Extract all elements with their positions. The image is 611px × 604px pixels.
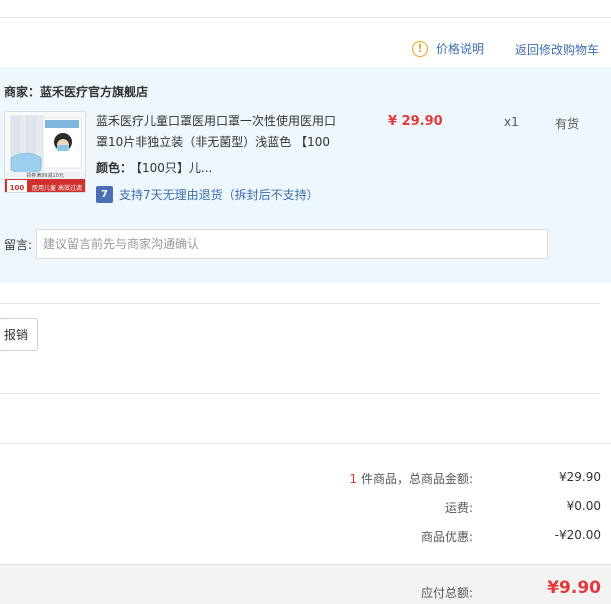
merchant-name: 商家：蓝禾医疗官方旗舰店 (4, 85, 149, 99)
svg-text:100: 100 (10, 184, 25, 192)
payable-value: ¥9.90 (547, 578, 601, 598)
price-note-link[interactable]: 价格说明 (436, 40, 484, 57)
product-title[interactable]: 蓝禾医疗儿童口罩医用口罩一次性使用医用口罩10片非独立装（非无菌型）浅蓝色 【1… (96, 111, 346, 153)
item-count: 1 (349, 472, 358, 486)
divider-1 (0, 303, 600, 304)
total-bar: 应付总额: ¥9.90 (0, 564, 611, 604)
order-panel: 商家：蓝禾医疗官方旗舰店 100 医用儿童 高效过滤 领券满99减10元 蓝禾医… (0, 67, 611, 283)
payable-label: 应付总额: (420, 586, 473, 600)
message-label: 留言: (4, 238, 33, 252)
product-thumbnail[interactable]: 100 医用儿童 高效过滤 领券满99减10元 (4, 111, 86, 193)
price-note[interactable]: ! 价格说明 (412, 40, 484, 57)
product-price: ¥ 29.90 (388, 114, 443, 129)
svg-text:领券满99减10元: 领券满99减10元 (26, 172, 64, 179)
divider-2 (0, 393, 600, 394)
return-policy-text[interactable]: 支持7天无理由退货（拆封后不支持） (119, 186, 319, 203)
product-quantity: x1 (504, 115, 519, 129)
report-button-label: 报销 (3, 328, 28, 342)
discount-value: -¥20.00 (554, 528, 601, 542)
goods-total-label: 1 件商品，总商品金额: (350, 470, 474, 487)
shipping-label: 运费: (444, 501, 473, 515)
product-image: 100 医用儿童 高效过滤 领券满99减10元 (5, 112, 85, 192)
discount-label: 商品优惠: (420, 530, 473, 544)
back-to-cart-link[interactable]: 返回修改购物车 (515, 41, 599, 58)
return-policy[interactable]: 7 支持7天无理由退货（拆封后不支持） (96, 186, 319, 203)
return-7day-icon: 7 (96, 186, 113, 203)
color-value: 【100只】儿... (136, 161, 213, 175)
item-count-suffix: 件商品，总商品金额: (357, 472, 473, 486)
stock-status: 有货 (555, 117, 580, 131)
divider-3 (0, 443, 611, 444)
color-label: 颜色： (96, 161, 133, 175)
top-divider (0, 17, 611, 18)
shipping-value: ¥0.00 (566, 499, 601, 513)
svg-text:医用儿童 高效过滤: 医用儿童 高效过滤 (32, 184, 82, 192)
info-icon: ! (412, 40, 428, 57)
color-row: 颜色： 【100只】儿... (96, 159, 212, 176)
report-button[interactable]: 报销 (0, 318, 38, 351)
goods-total-value: ¥29.90 (559, 470, 601, 484)
message-input[interactable] (36, 229, 548, 259)
